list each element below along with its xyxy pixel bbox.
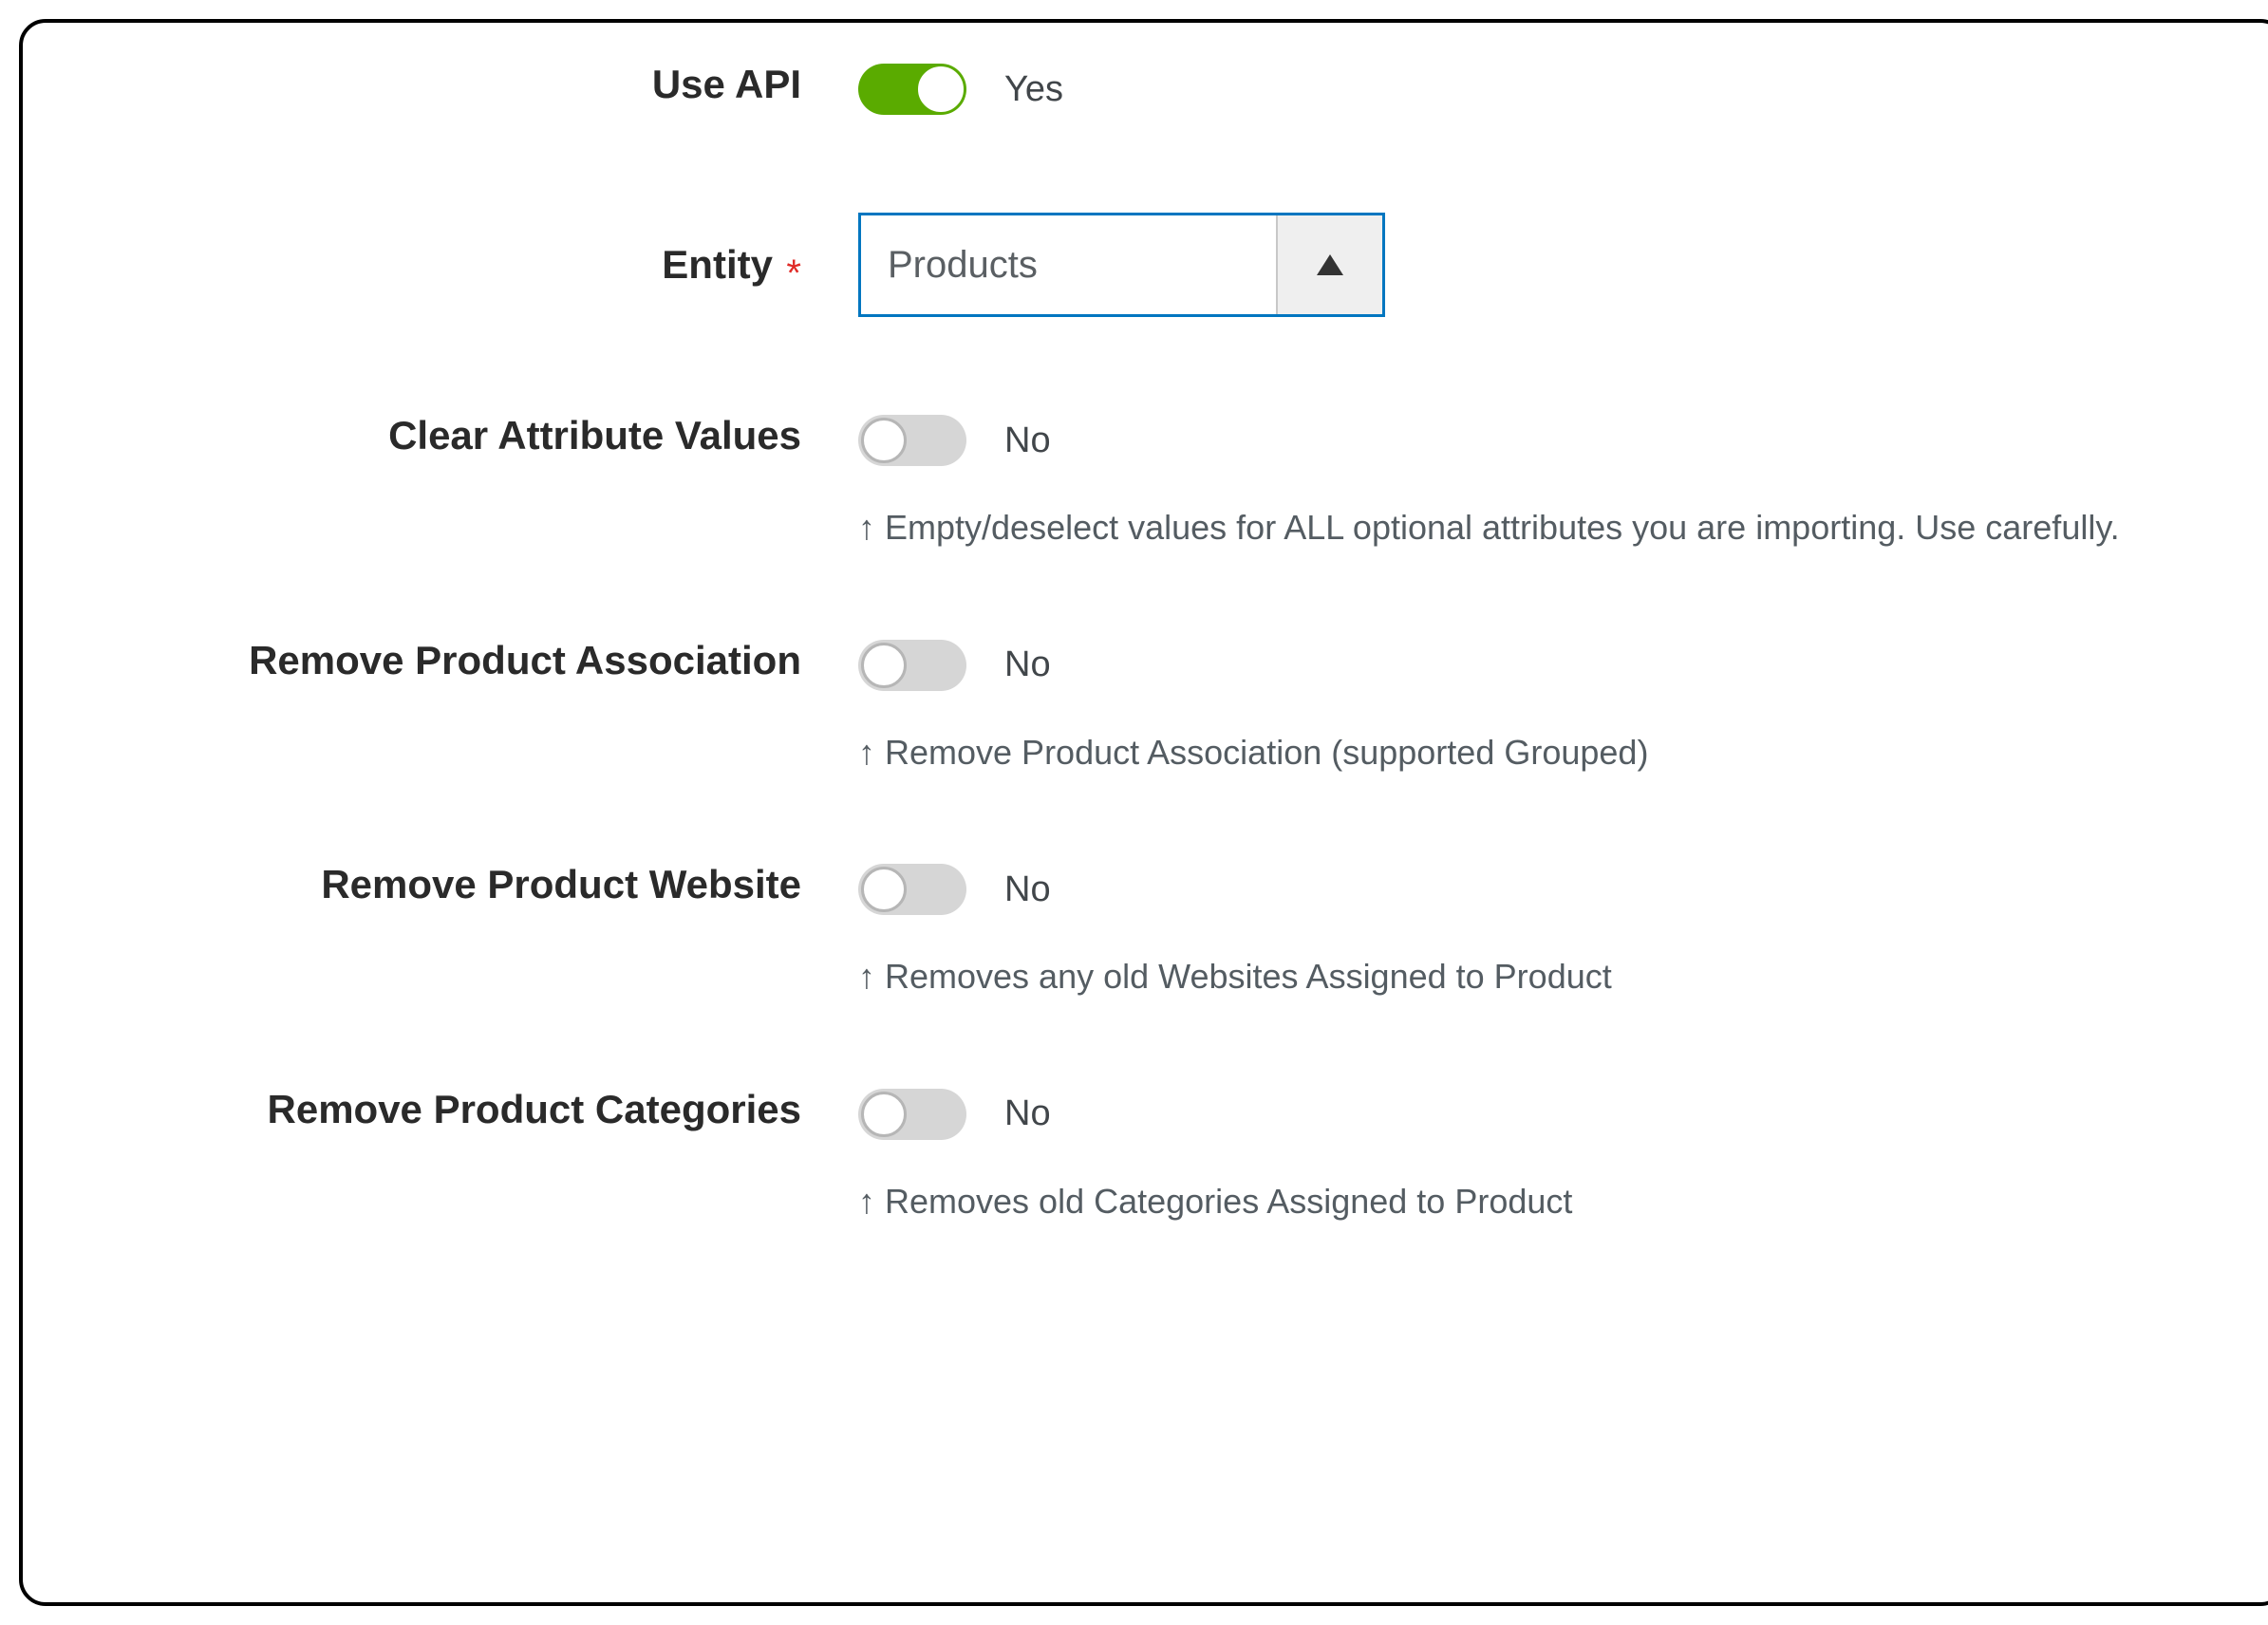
toggle-knob <box>918 66 964 112</box>
field-clear-attribute-values: Clear Attribute Values No ↑ Empty/desele… <box>70 412 2236 551</box>
use-api-toggle[interactable] <box>858 64 966 115</box>
use-api-value: Yes <box>1004 69 1063 110</box>
field-remove-product-categories: Remove Product Categories No ↑ Removes o… <box>70 1086 2236 1225</box>
entity-select[interactable]: Products <box>858 213 1385 317</box>
rm-cats-label: Remove Product Categories <box>268 1087 802 1131</box>
rm-cats-hint: ↑ Removes old Categories Assigned to Pro… <box>858 1179 2140 1225</box>
toggle-knob <box>861 643 907 688</box>
clear-attr-hint: ↑ Empty/deselect values for ALL optional… <box>858 505 2140 551</box>
use-api-label: Use API <box>652 62 801 106</box>
rm-assoc-value: No <box>1004 644 1051 685</box>
entity-select-trigger[interactable] <box>1276 215 1382 314</box>
entity-select-value: Products <box>861 215 1276 314</box>
toggle-knob <box>861 1092 907 1137</box>
settings-form: Use API Yes Entity * Products <box>19 19 2268 1606</box>
clear-attr-toggle[interactable] <box>858 415 966 466</box>
rm-website-toggle[interactable] <box>858 864 966 915</box>
rm-assoc-toggle[interactable] <box>858 640 966 691</box>
field-entity: Entity * Products <box>70 213 2236 317</box>
rm-assoc-label: Remove Product Association <box>249 638 801 682</box>
rm-website-value: No <box>1004 869 1051 910</box>
rm-website-hint: ↑ Removes any old Websites Assigned to P… <box>858 954 2140 1000</box>
required-indicator: * <box>786 252 801 294</box>
toggle-knob <box>861 867 907 912</box>
field-use-api: Use API Yes <box>70 61 2236 118</box>
rm-cats-value: No <box>1004 1093 1051 1134</box>
entity-label: Entity <box>662 242 773 287</box>
toggle-knob <box>861 418 907 463</box>
rm-assoc-hint: ↑ Remove Product Association (supported … <box>858 730 2140 776</box>
rm-website-label: Remove Product Website <box>321 862 801 906</box>
chevron-up-icon <box>1317 254 1343 275</box>
rm-cats-toggle[interactable] <box>858 1089 966 1140</box>
field-remove-product-website: Remove Product Website No ↑ Removes any … <box>70 861 2236 1000</box>
field-remove-product-association: Remove Product Association No ↑ Remove P… <box>70 637 2236 776</box>
clear-attr-label: Clear Attribute Values <box>388 413 801 458</box>
clear-attr-value: No <box>1004 420 1051 461</box>
